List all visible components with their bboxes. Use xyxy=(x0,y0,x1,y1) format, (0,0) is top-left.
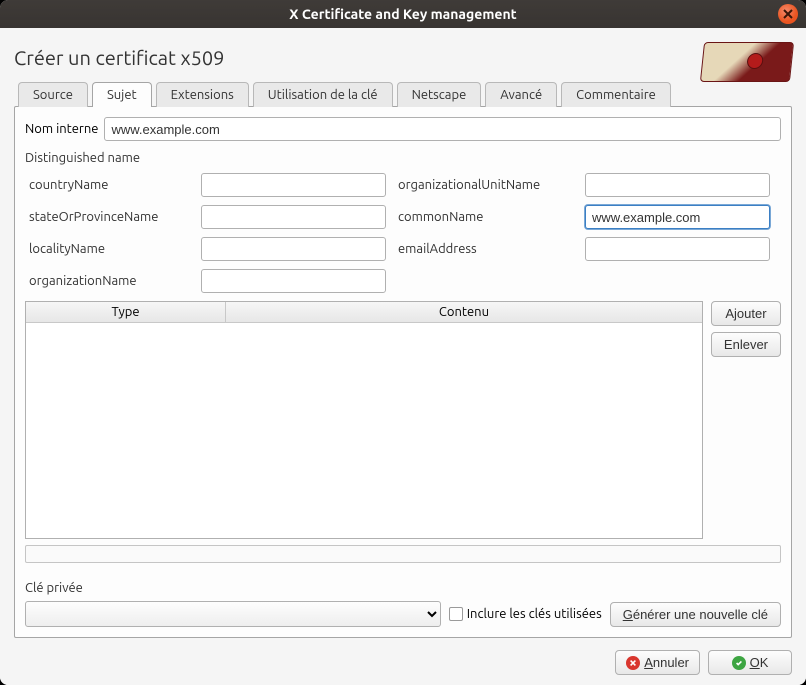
tab-extensions[interactable]: Extensions xyxy=(156,82,249,107)
generate-key-button[interactable]: Générer une nouvelle clé xyxy=(610,602,781,627)
dn-group-label: Distinguished name xyxy=(25,151,781,165)
dn-table-buttons: Ajouter Enlever xyxy=(711,301,781,539)
internal-name-input[interactable] xyxy=(104,117,781,141)
locality-label: localityName xyxy=(29,242,189,256)
column-type[interactable]: Type xyxy=(26,302,226,322)
private-key-label: Clé privée xyxy=(25,581,781,595)
tab-sujet[interactable]: Sujet xyxy=(92,82,152,107)
private-key-section: Clé privée Inclure les clés utilisées Gé… xyxy=(25,577,781,627)
ou-label: organizationalUnitName xyxy=(398,178,573,192)
header-row: Créer un certificat x509 xyxy=(14,42,792,82)
content-area: Créer un certificat x509 Source Sujet Ex… xyxy=(0,28,806,685)
ou-input[interactable] xyxy=(585,173,770,197)
cn-label: commonName xyxy=(398,210,573,224)
column-content[interactable]: Contenu xyxy=(226,302,702,322)
tab-netscape[interactable]: Netscape xyxy=(397,82,482,107)
titlebar: X Certificate and Key management xyxy=(0,0,806,28)
private-key-row: Inclure les clés utilisées Générer une n… xyxy=(25,601,781,627)
include-keys-checkbox-wrap[interactable]: Inclure les clés utilisées xyxy=(449,607,602,621)
remove-button[interactable]: Enlever xyxy=(711,332,781,357)
internal-name-label: Nom interne xyxy=(25,122,98,136)
tab-bar: Source Sujet Extensions Utilisation de l… xyxy=(14,82,792,106)
private-key-select[interactable] xyxy=(25,601,441,627)
checkbox-icon xyxy=(449,607,463,621)
countryname-label: countryName xyxy=(29,178,189,192)
cn-input[interactable] xyxy=(585,205,770,229)
dn-table-row: Type Contenu Ajouter Enlever xyxy=(25,301,781,539)
ok-button[interactable]: OK xyxy=(708,650,792,675)
tab-comment[interactable]: Commentaire xyxy=(561,82,671,107)
tab-panel: Nom interne Distinguished name countryNa… xyxy=(14,106,792,638)
window-title: X Certificate and Key management xyxy=(289,6,516,22)
status-strip xyxy=(25,545,781,563)
internal-name-row: Nom interne xyxy=(25,117,781,141)
window-close-button[interactable] xyxy=(778,4,798,24)
cancel-icon xyxy=(626,656,640,670)
window: X Certificate and Key management Créer u… xyxy=(0,0,806,685)
dn-grid: countryName organizationalUnitName state… xyxy=(25,171,781,295)
ok-icon xyxy=(732,656,746,670)
cancel-button[interactable]: Annuler xyxy=(615,650,700,675)
locality-input[interactable] xyxy=(201,237,386,261)
tab-key-usage[interactable]: Utilisation de la clé xyxy=(253,82,393,107)
org-label: organizationName xyxy=(29,274,189,288)
ok-label: OK xyxy=(750,655,769,670)
add-button[interactable]: Ajouter xyxy=(711,301,781,326)
app-logo xyxy=(700,42,794,82)
org-input[interactable] xyxy=(201,269,386,293)
dn-table[interactable]: Type Contenu xyxy=(25,301,703,539)
cancel-label: Annuler xyxy=(644,655,689,670)
state-label: stateOrProvinceName xyxy=(29,210,189,224)
countryname-input[interactable] xyxy=(201,173,386,197)
tab-advanced[interactable]: Avancé xyxy=(485,82,557,107)
tab-source[interactable]: Source xyxy=(18,82,88,107)
dialog-footer: Annuler OK xyxy=(14,638,792,675)
include-keys-label: Inclure les clés utilisées xyxy=(467,607,602,621)
email-label: emailAddress xyxy=(398,242,573,256)
dn-table-header: Type Contenu xyxy=(26,302,702,323)
dn-table-body xyxy=(26,323,702,538)
page-title: Créer un certificat x509 xyxy=(14,42,224,77)
email-input[interactable] xyxy=(585,237,770,261)
state-input[interactable] xyxy=(201,205,386,229)
close-icon xyxy=(783,9,793,19)
